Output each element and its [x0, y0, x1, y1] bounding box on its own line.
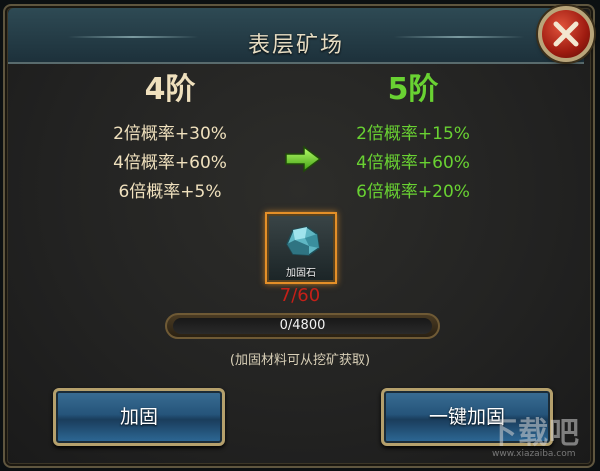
current-level-label: 4阶 [144, 72, 196, 107]
material-item-slot[interactable]: 加固石 [265, 212, 337, 284]
current-rate-6x: 6倍概率+5% [118, 182, 222, 202]
reinforce-button[interactable]: 加固 [53, 388, 225, 446]
title-bar: 表层矿场 [8, 8, 584, 64]
close-icon [553, 21, 579, 47]
watermark-logo: 下载吧 [487, 416, 580, 451]
material-name: 加固石 [286, 268, 316, 279]
next-level-panel: 5阶 2倍概率+15% 4倍概率+60% 6倍概率+20% [288, 70, 538, 207]
progress-text: 0/4800 [279, 318, 326, 333]
next-rate-6x: 6倍概率+20% [356, 182, 470, 202]
current-rate-4x: 4倍概率+60% [113, 153, 227, 173]
crystal-ore-icon [286, 226, 320, 256]
next-level-label: 5阶 [387, 72, 439, 107]
current-rate-2x: 2倍概率+30% [113, 124, 227, 144]
next-rate-2x: 2倍概率+15% [356, 124, 470, 144]
close-button[interactable] [538, 6, 594, 62]
current-level-panel: 4阶 2倍概率+30% 4倍概率+60% 6倍概率+5% [45, 70, 295, 207]
watermark-url: www.xiazaiba.com [492, 449, 576, 459]
material-count: 7/60 [279, 285, 321, 306]
next-rate-4x: 4倍概率+60% [356, 153, 470, 173]
hint-text: (加固材料可从挖矿获取) [229, 353, 371, 368]
dialog-title: 表层矿场 [247, 33, 344, 58]
progress-bar: 0/4800 [165, 313, 440, 339]
